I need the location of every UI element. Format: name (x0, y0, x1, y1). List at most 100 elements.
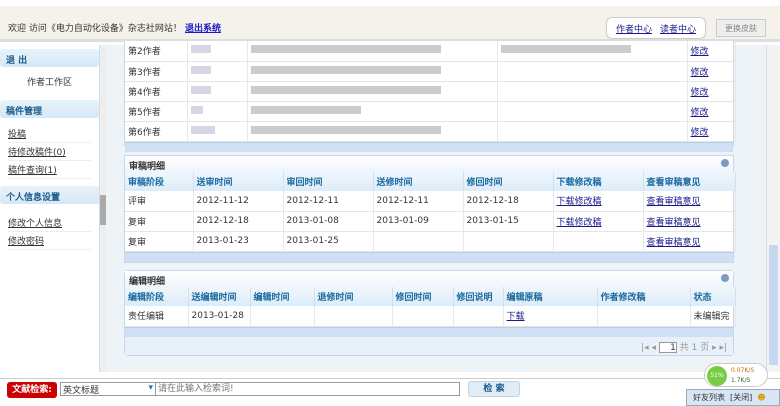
search-input[interactable] (155, 382, 460, 396)
sidebar-item-edit-info[interactable]: 修改个人信息 (8, 214, 91, 232)
section-personal: 个人信息设置 (0, 186, 99, 204)
column-header: 审回时间 (283, 172, 374, 191)
column-header: 修回说明 (453, 287, 504, 306)
review-title: 审稿明细 (129, 162, 166, 172)
table-row: 第3作者 修改 (125, 61, 736, 82)
horizontal-scrollbar[interactable] (125, 326, 733, 337)
friends-bar: 好友列表 [关闭] ☻ (686, 389, 780, 406)
logout-link[interactable]: 退出系统 (185, 21, 221, 34)
cell (463, 231, 554, 252)
page-input[interactable]: 1 (658, 341, 677, 353)
network-monitor: 51% 0.07K/S 1.7K/S (704, 363, 768, 387)
cell: 2013-01-23 (193, 231, 284, 252)
author-order: 第2作者 (125, 41, 188, 62)
download-original-link[interactable]: 下载 (507, 312, 525, 322)
author-order: 第6作者 (125, 121, 188, 142)
table-row: 第6作者 修改 (125, 121, 736, 142)
upload-speed: 0.07K/S (731, 367, 755, 374)
sidebar-exit[interactable]: 退 出 (0, 49, 99, 67)
main-content: 第2作者 修改 第3作者 修改 第4作者 修改 第5作者 修改 第6作者 修改 审稿明细 … (106, 41, 766, 372)
table-row: 评审 2012-11-12 2012-12-11 2012-12-11 2012-12-… (125, 191, 736, 212)
table-row: 复审 2013-01-23 2013-01-25 查看审稿意见 (125, 231, 736, 252)
reader-center-link[interactable]: 读者中心 (660, 22, 696, 35)
cell (373, 231, 464, 252)
cell: 2013-01-08 (283, 211, 374, 232)
pager: |◂ ◂ 1 共 1 页 ▸ ▸| (125, 336, 733, 355)
column-header: 下载修改稿 (553, 172, 644, 191)
collapse-icon[interactable] (721, 159, 729, 167)
review-panel: 审稿明细 审稿阶段 送审时间 审回时间 送修时间 修回时间 下载修改稿 查看审稿意见 评审 2… (124, 155, 736, 263)
edit-author-link[interactable]: 修改 (691, 128, 709, 138)
chevron-down-icon: ▾ (148, 383, 153, 393)
author-order: 第3作者 (125, 61, 188, 82)
status-cell: 未编辑完 (690, 306, 736, 327)
search-field-select[interactable]: 英文标题 ▾ (60, 382, 156, 396)
workspace-label: 作者工作区 (26, 78, 72, 88)
authors-panel: 第2作者 修改 第3作者 修改 第4作者 修改 第5作者 修改 第6作者 修改 (124, 41, 736, 152)
cell: 复审 (125, 231, 194, 252)
column-header: 退修时间 (314, 287, 393, 306)
friends-list-button[interactable]: 好友列表 (693, 392, 725, 403)
author-center-link[interactable]: 作者中心 (616, 22, 652, 35)
cell: 2013-01-15 (463, 211, 554, 232)
column-header: 查看审稿意见 (643, 172, 736, 191)
column-header: 编辑时间 (250, 287, 315, 306)
sidebar-item-submit[interactable]: 投稿 (8, 125, 91, 143)
edit-author-link[interactable]: 修改 (691, 108, 709, 118)
author-order: 第5作者 (125, 101, 188, 122)
column-header: 送审时间 (193, 172, 284, 191)
search-label: 文献检索: (7, 382, 57, 398)
cpu-gauge: 51% (707, 366, 727, 386)
column-header: 修回时间 (392, 287, 454, 306)
collapse-icon[interactable] (721, 274, 729, 282)
cell: 2013-01-09 (373, 211, 464, 232)
cell: 2012-12-11 (283, 191, 374, 212)
column-header: 作者修改稿 (597, 287, 691, 306)
edit-title: 编辑明细 (129, 277, 166, 287)
cell: 评审 (125, 191, 194, 212)
section-manuscripts: 稿件管理 (0, 100, 99, 118)
column-header: 编辑阶段 (125, 287, 189, 306)
edit-panel: 编辑明细 编辑阶段 送编辑时间 编辑时间 退修时间 修回时间 修回说明 编辑原稿 作者修改稿状… (124, 270, 736, 356)
column-header: 编辑原稿 (503, 287, 598, 306)
close-button[interactable]: [关闭] (730, 392, 752, 403)
search-button[interactable]: 检 索 (468, 381, 520, 397)
cell: 2012-11-12 (193, 191, 284, 212)
top-header: 欢迎 访问《电力自动化设备》杂志社网站！ 退出系统 作者中心 读者中心 更换皮肤 (0, 0, 780, 42)
column-header: 送编辑时间 (188, 287, 251, 306)
table-row: 第5作者 修改 (125, 101, 736, 122)
page-total: 共 1 页 (679, 342, 710, 353)
sidebar-item-password[interactable]: 修改密码 (8, 232, 91, 250)
cell: 责任编辑 (125, 306, 189, 327)
column-header: 送修时间 (373, 172, 464, 191)
cell: 2013-01-28 (188, 306, 251, 327)
change-skin-button[interactable]: 更换皮肤 (716, 19, 766, 37)
main-scrollbar[interactable] (766, 45, 780, 372)
edit-author-link[interactable]: 修改 (691, 68, 709, 78)
table-row: 复审 2012-12-18 2013-01-08 2013-01-09 2013-01-… (125, 211, 736, 232)
cell: 2012-12-18 (193, 211, 284, 232)
column-header: 审稿阶段 (125, 172, 194, 191)
table-row: 责任编辑 2013-01-28 下载 未编辑完 (125, 306, 736, 327)
view-review-link[interactable]: 查看审稿意见 (647, 197, 701, 207)
horizontal-scrollbar[interactable] (125, 141, 733, 152)
download-speed: 1.7K/S (731, 377, 751, 384)
cell: 2012-12-18 (463, 191, 554, 212)
center-links: 作者中心 读者中心 (606, 17, 706, 39)
download-revision-link[interactable]: 下载修改稿 (557, 197, 602, 207)
select-value: 英文标题 (63, 386, 100, 396)
view-review-link[interactable]: 查看审稿意见 (647, 218, 701, 228)
horizontal-scrollbar[interactable] (125, 251, 733, 262)
edit-author-link[interactable]: 修改 (691, 47, 709, 57)
cell: 2012-12-11 (373, 191, 464, 212)
sidebar-item-query[interactable]: 稿件查询(1) (8, 161, 91, 179)
download-revision-link[interactable]: 下载修改稿 (557, 218, 602, 228)
sidebar: 退 出 作者工作区 稿件管理 投稿 待修改稿件(0) 稿件查询(1) 个人信息设… (0, 45, 100, 372)
welcome-text: 欢迎 访问《电力自动化设备》杂志社网站！ (8, 24, 182, 34)
sidebar-item-pending[interactable]: 待修改稿件(0) (8, 143, 91, 161)
view-review-link[interactable]: 查看审稿意见 (647, 238, 701, 248)
edit-author-link[interactable]: 修改 (691, 88, 709, 98)
cell: 2013-01-25 (283, 231, 374, 252)
author-order: 第4作者 (125, 81, 188, 102)
column-header: 状态 (690, 287, 736, 306)
